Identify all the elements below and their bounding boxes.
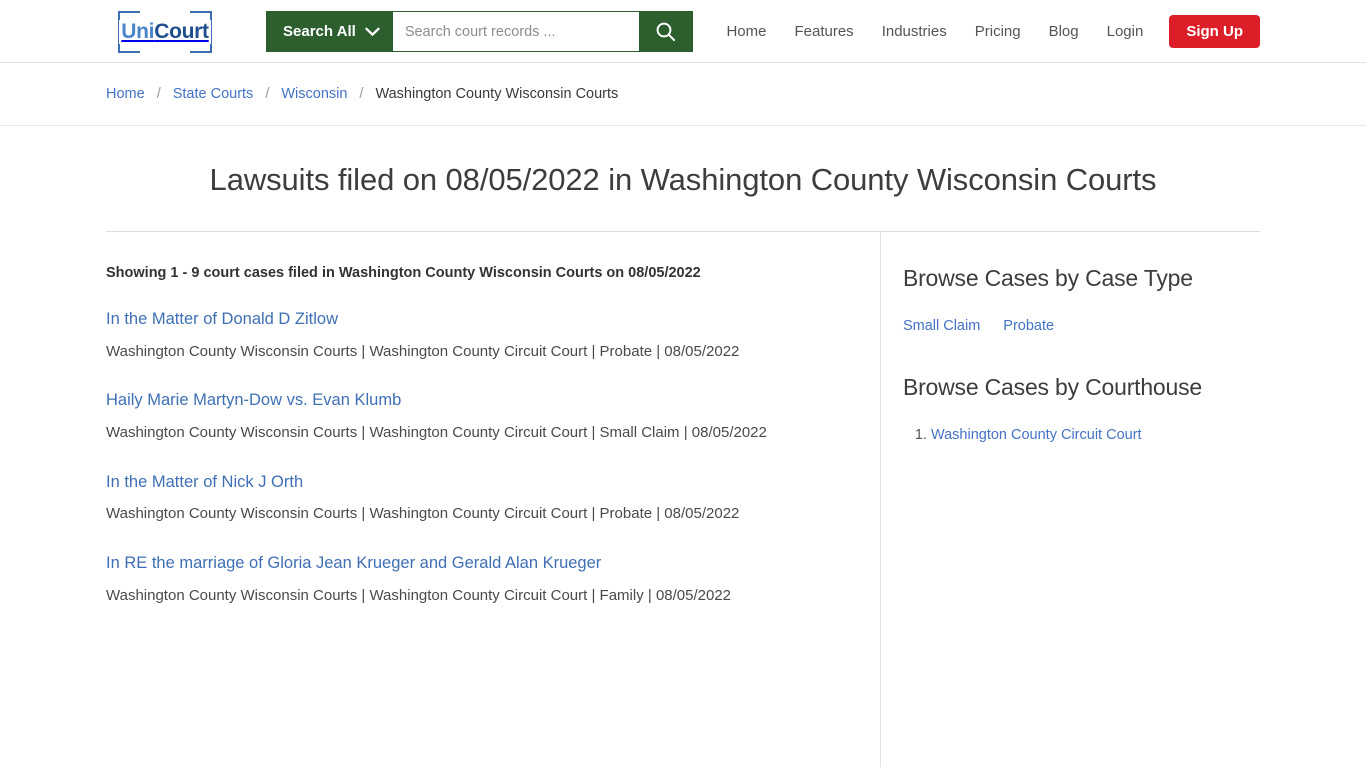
case-title-link[interactable]: In the Matter of Donald D Zitlow: [106, 309, 850, 330]
content-columns: Showing 1 - 9 court cases filed in Washi…: [106, 232, 1260, 767]
breadcrumb-separator: /: [156, 86, 161, 102]
search-bar: Search All: [266, 11, 693, 52]
logo-text-court: Court: [154, 20, 209, 43]
case-meta: Washington County Wisconsin Courts | Was…: [106, 505, 740, 523]
breadcrumb-item-home[interactable]: Home: [106, 86, 145, 102]
nav-item-industries[interactable]: Industries: [868, 23, 961, 40]
nav-item-pricing[interactable]: Pricing: [961, 23, 1035, 40]
logo-text-uni: Uni: [121, 20, 155, 43]
case-result-item: Haily Marie Martyn-Dow vs. Evan Klumb Wa…: [106, 390, 850, 446]
chevron-down-icon: [365, 27, 380, 36]
case-results-column: Showing 1 - 9 court cases filed in Washi…: [106, 232, 880, 767]
logo-wordmark: UniCourt: [119, 20, 211, 44]
breadcrumb-separator: /: [265, 86, 270, 102]
main-navigation: Home Features Industries Pricing Blog Lo…: [712, 0, 1260, 63]
breadcrumb-bar: Home / State Courts / Wisconsin / Washin…: [0, 63, 1366, 126]
results-summary: Showing 1 - 9 court cases filed in Washi…: [106, 265, 701, 281]
case-title-link[interactable]: In the Matter of Nick J Orth: [106, 472, 850, 493]
page-title-section: Lawsuits filed on 08/05/2022 in Washingt…: [106, 126, 1260, 232]
unicourt-logo[interactable]: UniCourt: [118, 11, 212, 53]
case-result-item: In RE the marriage of Gloria Jean Kruege…: [106, 553, 850, 609]
search-scope-dropdown[interactable]: Search All: [267, 12, 393, 51]
list-item: Washington County Circuit Court: [931, 427, 1260, 443]
case-type-links: Small Claim Probate: [903, 318, 1260, 334]
courthouse-link-washington-county-circuit-court[interactable]: Washington County Circuit Court: [931, 427, 1142, 443]
case-meta: Washington County Wisconsin Courts | Was…: [106, 586, 732, 604]
breadcrumb-item-state-courts[interactable]: State Courts: [173, 86, 254, 102]
browse-case-type-heading: Browse Cases by Case Type: [902, 265, 1193, 291]
case-type-link-probate[interactable]: Probate: [1003, 318, 1054, 334]
nav-item-features[interactable]: Features: [780, 23, 867, 40]
nav-item-blog[interactable]: Blog: [1035, 23, 1093, 40]
breadcrumb-item-current: Washington County Wisconsin Courts: [375, 86, 619, 102]
browse-sidebar: Browse Cases by Case Type Small Claim Pr…: [879, 232, 1260, 767]
site-header: UniCourt Search All Home Features Indust…: [0, 0, 1366, 63]
search-icon: [656, 22, 675, 41]
case-type-link-small-claim[interactable]: Small Claim: [903, 318, 980, 334]
case-result-item: In the Matter of Nick J Orth Washington …: [106, 472, 850, 528]
case-title-link[interactable]: Haily Marie Martyn-Dow vs. Evan Klumb: [106, 390, 850, 411]
search-input[interactable]: [392, 12, 639, 51]
search-submit-button[interactable]: [638, 12, 692, 51]
breadcrumb-separator: /: [359, 86, 364, 102]
case-meta: Washington County Wisconsin Courts | Was…: [106, 342, 740, 360]
search-scope-label: Search All: [283, 23, 356, 40]
breadcrumb-item-wisconsin[interactable]: Wisconsin: [281, 86, 347, 102]
courthouse-list: Washington County Circuit Court: [903, 427, 1260, 443]
case-title-link[interactable]: In RE the marriage of Gloria Jean Kruege…: [106, 553, 850, 574]
breadcrumb: Home / State Courts / Wisconsin / Washin…: [106, 86, 618, 102]
case-result-item: In the Matter of Donald D Zitlow Washing…: [106, 309, 850, 365]
page-title: Lawsuits filed on 08/05/2022 in Washingt…: [209, 162, 1157, 197]
case-meta: Washington County Wisconsin Courts | Was…: [106, 423, 767, 441]
nav-item-login[interactable]: Login: [1093, 23, 1158, 40]
browse-courthouse-heading: Browse Cases by Courthouse: [902, 374, 1203, 400]
nav-item-home[interactable]: Home: [712, 23, 780, 40]
sign-up-button[interactable]: Sign Up: [1169, 15, 1260, 48]
